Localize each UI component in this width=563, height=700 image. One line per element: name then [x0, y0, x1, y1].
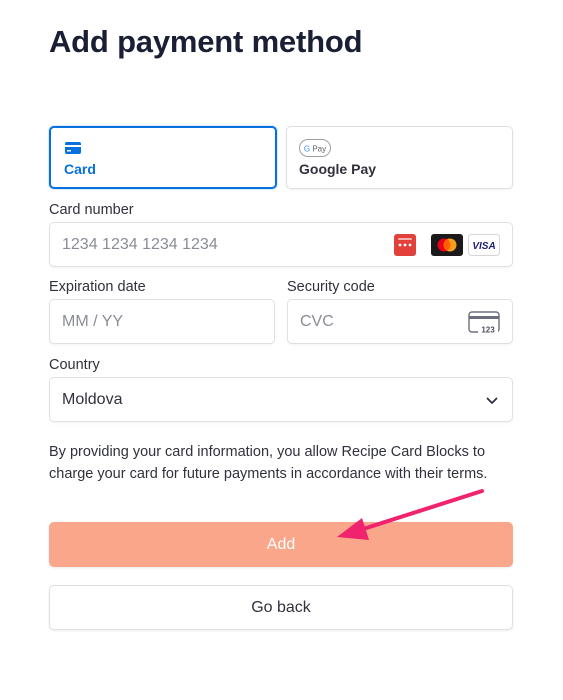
- tab-google-pay[interactable]: G Pay Google Pay: [286, 126, 513, 189]
- tab-card-label: Card: [64, 161, 96, 177]
- terms-text: By providing your card information, you …: [49, 444, 488, 482]
- google-pay-icon: G Pay: [299, 139, 331, 162]
- tab-card[interactable]: Card: [49, 126, 277, 189]
- expiration-label: Expiration date: [49, 279, 146, 295]
- expiration-input[interactable]: MM / YY: [49, 299, 275, 344]
- page-title: Add payment method: [49, 24, 363, 59]
- go-back-button[interactable]: Go back: [49, 585, 513, 630]
- country-label: Country: [49, 357, 100, 373]
- tab-google-pay-label: Google Pay: [299, 161, 377, 177]
- mastercard-icon: [431, 234, 463, 256]
- card-number-label: Card number: [49, 202, 134, 218]
- country-select[interactable]: Moldova: [49, 377, 513, 422]
- svg-text:VISA: VISA: [472, 241, 495, 252]
- expiration-placeholder: MM / YY: [62, 313, 124, 330]
- svg-text:G Pay: G Pay: [304, 144, 326, 153]
- security-code-placeholder: CVC: [300, 313, 334, 330]
- security-code-input[interactable]: CVC 123: [287, 299, 513, 344]
- country-value: Moldova: [62, 391, 123, 408]
- card-number-input[interactable]: 1234 1234 1234 1234 VISA: [49, 222, 513, 267]
- chevron-down-icon: [485, 394, 499, 413]
- credit-card-icon: [64, 141, 82, 160]
- card-number-placeholder: 1234 1234 1234 1234: [62, 236, 218, 253]
- visa-icon: VISA: [468, 234, 500, 256]
- cvc-card-icon: 123: [468, 311, 500, 340]
- add-button[interactable]: Add: [49, 522, 513, 567]
- unionpay-icon: [394, 234, 426, 256]
- svg-text:123: 123: [481, 326, 495, 335]
- security-code-label: Security code: [287, 279, 375, 295]
